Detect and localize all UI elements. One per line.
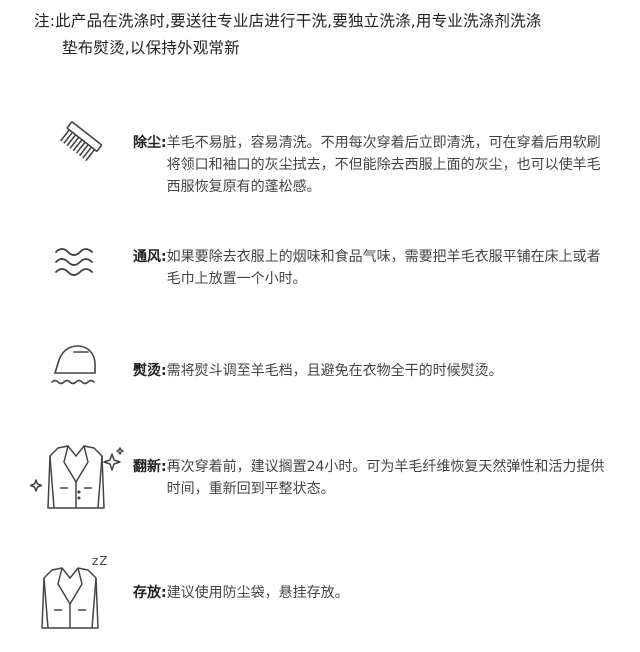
care-notice-line-1: 注:此产品在洗涤时,要送往专业店进行干洗,要独立洗涤,用专业洗涤剂洗涤	[34, 12, 542, 30]
label-refresh: 翻新:	[133, 459, 167, 475]
desc-ironing: 需将熨斗调至羊毛档，且避免在衣物全干的时候熨烫。	[166, 363, 503, 379]
care-notice-line-2: 垫布熨烫,以保持外观常新	[62, 39, 240, 57]
label-ventilation: 通风:	[133, 249, 167, 265]
iron-icon	[48, 340, 102, 392]
care-text-ironing: 熨烫: 需将熨斗调至羊毛档，且避免在衣物全干的时候熨烫。	[133, 360, 613, 382]
desc-refresh: 再次穿着前，建议搁置24小时。可为羊毛纤维恢复天然弹性和活力提供时间，重新回到平…	[166, 459, 605, 497]
desc-ventilation: 如果要除去衣服上的烟味和食品气味，需要把羊毛衣服平铺在床上或者毛巾上放置一个小时…	[166, 249, 601, 287]
suit-sleep-icon: zZ	[40, 554, 120, 632]
care-notice: 注:此产品在洗涤时,要送往专业店进行干洗,要独立洗涤,用专业洗涤剂洗涤 垫布熨烫…	[34, 8, 630, 62]
label-ironing: 熨烫:	[133, 363, 167, 379]
care-text-refresh: 翻新: 再次穿着前，建议搁置24小时。可为羊毛纤维恢复天然弹性和活力提供时间，重…	[133, 456, 613, 500]
desc-dust: 羊毛不易脏，容易清洗。不用每次穿着后立即清洗，可在穿着后用软刷将领口和袖口的灰尘…	[166, 135, 601, 195]
care-text-ventilation: 通风: 如果要除去衣服上的烟味和食品气味，需要把羊毛衣服平铺在床上或者毛巾上放置…	[133, 246, 613, 290]
label-storage: 存放:	[133, 585, 167, 601]
care-text-dust: 除尘: 羊毛不易脏，容易清洗。不用每次穿着后立即清洗，可在穿着后用软刷将领口和袖…	[133, 132, 613, 198]
desc-storage: 建议使用防尘袋，悬挂存放。	[166, 585, 349, 601]
care-text-storage: 存放: 建议使用防尘袋，悬挂存放。	[133, 582, 613, 604]
suit-sparkle-icon	[30, 442, 126, 514]
label-dust: 除尘:	[133, 135, 167, 151]
comb-icon	[52, 120, 102, 172]
air-waves-icon	[52, 242, 100, 282]
sleep-zz-mark: zZ	[92, 554, 109, 568]
